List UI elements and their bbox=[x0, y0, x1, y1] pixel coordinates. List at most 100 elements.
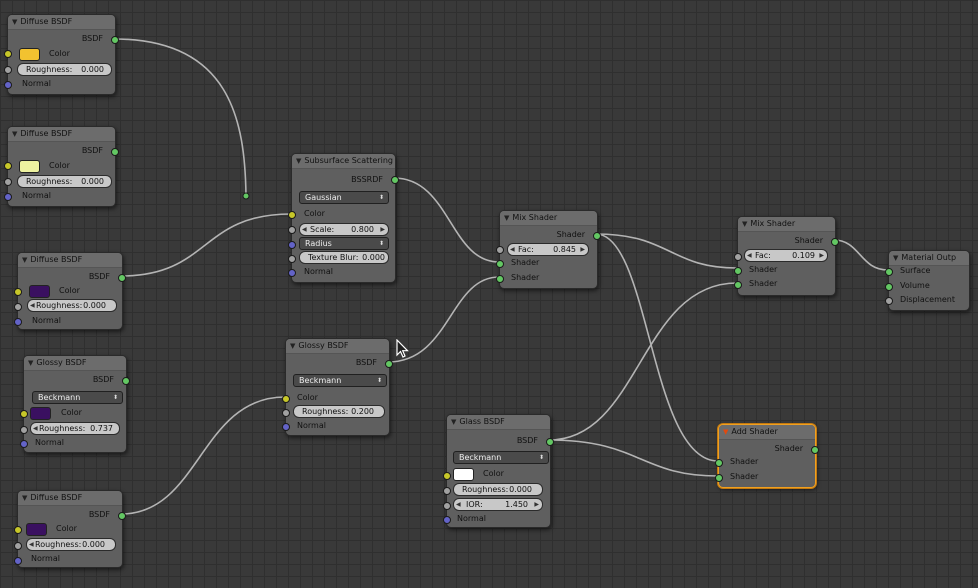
subsurface-scattering-node[interactable]: ▼ Subsurface Scattering BSSRDF Gaussian ⬍ … bbox=[288, 153, 399, 283]
normal-input-socket[interactable] bbox=[14, 318, 22, 326]
volume-input-socket[interactable] bbox=[885, 283, 893, 291]
roughness-field[interactable]: Roughness: 0.000 bbox=[453, 483, 543, 496]
color-input-socket[interactable] bbox=[443, 472, 451, 480]
shader-input-socket-2[interactable] bbox=[496, 275, 504, 283]
roughness-field[interactable]: Roughness: 0.200 bbox=[293, 405, 385, 418]
normal-input-socket[interactable] bbox=[288, 269, 296, 277]
decrement-arrow-icon[interactable]: ◀ bbox=[747, 250, 752, 261]
node-header[interactable]: ▼ Diffuse BSDF bbox=[8, 127, 115, 142]
color-swatch[interactable] bbox=[19, 160, 40, 173]
normal-input-socket[interactable] bbox=[20, 440, 28, 448]
ior-input-socket[interactable] bbox=[443, 502, 451, 510]
roughness-field[interactable]: Roughness: 0.000 bbox=[17, 63, 112, 76]
collapse-triangle-icon[interactable]: ▼ bbox=[28, 356, 33, 370]
roughness-input-socket[interactable] bbox=[4, 178, 12, 186]
decrement-arrow-icon[interactable]: ◀ bbox=[456, 499, 461, 510]
node-header[interactable]: ▼ Diffuse BSDF bbox=[8, 15, 115, 30]
shader-output-socket[interactable] bbox=[811, 446, 819, 454]
collapse-triangle-icon[interactable]: ▼ bbox=[22, 253, 27, 267]
bsdf-output-socket[interactable] bbox=[385, 360, 393, 368]
decrement-arrow-icon[interactable]: ◀ bbox=[33, 423, 38, 434]
collapse-triangle-icon[interactable]: ▼ bbox=[290, 339, 295, 353]
collapse-triangle-icon[interactable]: ▼ bbox=[723, 425, 728, 439]
bssrdf-output-socket[interactable] bbox=[391, 176, 399, 184]
scale-input-socket[interactable] bbox=[288, 226, 296, 234]
node-header[interactable]: ▼ Subsurface Scattering bbox=[292, 154, 395, 169]
fac-input-socket[interactable] bbox=[734, 253, 742, 261]
color-swatch[interactable] bbox=[26, 523, 47, 536]
roughness-field[interactable]: ◀ Roughness: 0.000 bbox=[26, 538, 116, 551]
collapse-triangle-icon[interactable]: ▼ bbox=[12, 127, 17, 141]
falloff-dropdown[interactable]: Gaussian ⬍ bbox=[299, 191, 389, 204]
material-output-node[interactable]: ▼ Material Outp Surface Volume Displaceme… bbox=[885, 250, 970, 311]
mix-shader-node-1[interactable]: ▼ Mix Shader Shader ◀ Fac: 0.845 ▶ Shader Sh… bbox=[496, 210, 601, 289]
distribution-dropdown[interactable]: Beckmann ⬍ bbox=[453, 451, 549, 464]
collapse-triangle-icon[interactable]: ▼ bbox=[742, 217, 747, 231]
decrement-arrow-icon[interactable]: ◀ bbox=[510, 244, 515, 255]
normal-input-socket[interactable] bbox=[443, 516, 451, 524]
diffuse-bsdf-node-2[interactable]: ▼ Diffuse BSDF BSDF Color Roughness: 0.000… bbox=[4, 126, 119, 207]
node-header[interactable]: ▼ Diffuse BSDF bbox=[18, 253, 122, 268]
collapse-triangle-icon[interactable]: ▼ bbox=[12, 15, 17, 29]
node-header[interactable]: ▼ Mix Shader bbox=[738, 217, 835, 232]
mix-shader-node-2[interactable]: ▼ Mix Shader Shader ◀ Fac: 0.109 ▶ Shader Sh… bbox=[734, 216, 839, 296]
glossy-bsdf-node-2[interactable]: ▼ Glossy BSDF BSDF Beckmann ⬍ Color Roughn… bbox=[282, 338, 393, 436]
bsdf-output-socket[interactable] bbox=[546, 438, 554, 446]
color-swatch[interactable] bbox=[30, 407, 51, 420]
distribution-dropdown[interactable]: Beckmann ⬍ bbox=[32, 391, 123, 404]
fac-field[interactable]: ◀ Fac: 0.845 ▶ bbox=[507, 243, 589, 256]
node-header[interactable]: ▼ Mix Shader bbox=[500, 211, 597, 226]
radius-input-socket[interactable] bbox=[288, 241, 296, 249]
scale-field[interactable]: ◀ Scale: 0.800 ▶ bbox=[299, 223, 389, 236]
roughness-field[interactable]: Roughness: 0.000 bbox=[17, 175, 112, 188]
color-input-socket[interactable] bbox=[20, 410, 28, 418]
node-header[interactable]: ▼ Diffuse BSDF bbox=[18, 491, 122, 506]
color-swatch[interactable] bbox=[29, 285, 50, 298]
roughness-field[interactable]: ◀ Roughness: 0.000 bbox=[27, 299, 117, 312]
bsdf-output-socket[interactable] bbox=[122, 377, 130, 385]
shader-input-socket-2[interactable] bbox=[734, 281, 742, 289]
increment-arrow-icon[interactable]: ▶ bbox=[819, 250, 824, 261]
normal-input-socket[interactable] bbox=[282, 423, 290, 431]
bsdf-output-socket[interactable] bbox=[111, 36, 119, 44]
shader-input-socket-1[interactable] bbox=[496, 260, 504, 268]
node-header[interactable]: ▼ Add Shader bbox=[719, 425, 815, 440]
node-header[interactable]: ▼ Material Outp bbox=[889, 251, 969, 266]
node-header[interactable]: ▼ Glass BSDF bbox=[447, 415, 550, 430]
surface-input-socket[interactable] bbox=[885, 268, 893, 276]
node-header[interactable]: ▼ Glossy BSDF bbox=[286, 339, 389, 354]
node-editor-canvas[interactable]: ▼ Diffuse BSDF BSDF Color Roughness: 0.000… bbox=[0, 0, 978, 588]
normal-input-socket[interactable] bbox=[4, 193, 12, 201]
bsdf-output-socket[interactable] bbox=[118, 274, 126, 282]
roughness-input-socket[interactable] bbox=[443, 487, 451, 495]
collapse-triangle-icon[interactable]: ▼ bbox=[296, 154, 301, 168]
color-input-socket[interactable] bbox=[288, 211, 296, 219]
decrement-arrow-icon[interactable]: ◀ bbox=[29, 539, 34, 550]
increment-arrow-icon[interactable]: ▶ bbox=[380, 224, 385, 235]
roughness-input-socket[interactable] bbox=[14, 303, 22, 311]
collapse-triangle-icon[interactable]: ▼ bbox=[504, 211, 509, 225]
fac-input-socket[interactable] bbox=[496, 246, 504, 254]
add-shader-node[interactable]: ▼ Add Shader Shader Shader Shader bbox=[715, 424, 819, 488]
color-swatch[interactable] bbox=[19, 48, 40, 61]
collapse-triangle-icon[interactable]: ▼ bbox=[451, 415, 456, 429]
color-input-socket[interactable] bbox=[14, 526, 22, 534]
collapse-triangle-icon[interactable]: ▼ bbox=[893, 251, 898, 265]
color-swatch[interactable] bbox=[453, 468, 474, 481]
diffuse-bsdf-node-3[interactable]: ▼ Diffuse BSDF BSDF Color ◀ Roughness: 0.00… bbox=[14, 252, 126, 330]
decrement-arrow-icon[interactable]: ◀ bbox=[302, 224, 307, 235]
distribution-dropdown[interactable]: Beckmann ⬍ bbox=[293, 374, 387, 387]
texture-blur-input-socket[interactable] bbox=[288, 255, 296, 263]
roughness-field[interactable]: ◀ Roughness: 0.737 bbox=[30, 422, 120, 435]
displacement-input-socket[interactable] bbox=[885, 297, 893, 305]
glass-bsdf-node[interactable]: ▼ Glass BSDF BSDF Beckmann ⬍ Color Roughne… bbox=[443, 414, 554, 528]
node-header[interactable]: ▼ Glossy BSDF bbox=[24, 356, 126, 371]
normal-input-socket[interactable] bbox=[14, 557, 22, 565]
bsdf-output-socket[interactable] bbox=[111, 148, 119, 156]
roughness-input-socket[interactable] bbox=[14, 542, 22, 550]
normal-input-socket[interactable] bbox=[4, 81, 12, 89]
decrement-arrow-icon[interactable]: ◀ bbox=[30, 300, 35, 311]
collapse-triangle-icon[interactable]: ▼ bbox=[22, 491, 27, 505]
roughness-input-socket[interactable] bbox=[4, 66, 12, 74]
color-input-socket[interactable] bbox=[4, 162, 12, 170]
